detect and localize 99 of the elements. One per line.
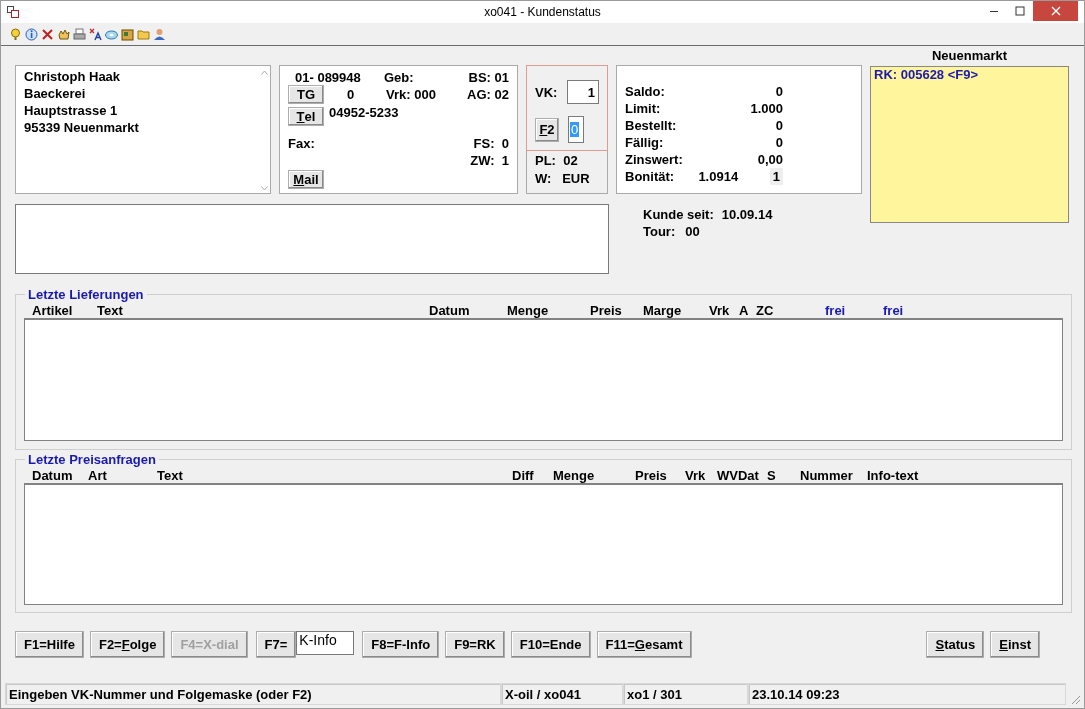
inquiries-list[interactable] [24, 483, 1063, 605]
bs-value: BS: 01 [468, 69, 509, 85]
phone-number: 04952-5233 [329, 105, 399, 120]
function-button[interactable]: F10=Ende [510, 631, 591, 658]
account-label: Saldo: [625, 83, 666, 100]
address-line: Hauptstrasse 1 [24, 102, 119, 119]
column-header: Diff [512, 467, 535, 483]
column-header: S [767, 467, 777, 483]
address-box[interactable]: Christoph Haak Baeckerei Hauptstrasse 1 95339 Neuenmarkt [15, 65, 271, 194]
column-header: Text [97, 302, 124, 318]
account-label: Fällig: [625, 134, 665, 151]
pl-value: PL: 02 [535, 152, 579, 170]
column-header: Art [88, 467, 108, 483]
rating-label: Bonität: [625, 168, 676, 185]
column-header: Vrk [685, 467, 707, 483]
vrk-value: Vrk: 000 [386, 87, 436, 102]
vk-input[interactable]: 1 [567, 80, 599, 104]
folder-icon[interactable] [137, 27, 150, 41]
tour-value: 00 [685, 223, 700, 240]
column-header: Nummer [800, 467, 854, 483]
tel-button[interactable]: Tel [288, 107, 324, 126]
app-icon [7, 6, 19, 18]
scroll-down-icon[interactable] [260, 186, 268, 191]
address-line: Christoph Haak [24, 68, 122, 85]
since-label: Kunde seit: [643, 206, 714, 223]
column-header: Marge [643, 302, 683, 318]
function-button[interactable]: F11=Gesamt [596, 631, 692, 658]
scroll-up-icon[interactable] [260, 70, 268, 75]
function-button[interactable]: F2=Folge [89, 631, 166, 658]
column-header: Artikel [32, 302, 74, 318]
column-header: Datum [32, 467, 74, 483]
function-button[interactable]: F8=F-Info [362, 631, 440, 658]
column-header: Preis [590, 302, 623, 318]
rating-badge: 1 [769, 168, 783, 185]
vk-label: VK: [535, 84, 559, 100]
window-title: xo041 - Kundenstatus [484, 5, 601, 19]
account-value: 1.000 [749, 100, 783, 117]
account-label: Bestellt: [625, 117, 678, 134]
tg-button[interactable]: TG [288, 85, 324, 104]
column-header: frei [883, 302, 905, 318]
location-label: Neuenmarkt [930, 49, 1009, 63]
close-icon [1050, 6, 1061, 16]
group-title: Letzte Preisanfragen [27, 452, 157, 467]
side-button[interactable]: Einst [990, 631, 1040, 658]
resize-grip-icon[interactable] [1069, 693, 1081, 705]
column-header: ZC [756, 302, 775, 318]
address-line: 95339 Neuenmarkt [24, 119, 140, 136]
address-line: Baeckerei [24, 85, 87, 102]
letters-icon[interactable] [89, 27, 102, 41]
f2-button[interactable]: F2 [535, 117, 559, 142]
printer-icon[interactable] [73, 27, 86, 41]
column-header: Datum [429, 302, 471, 318]
group-title: Letzte Lieferungen [27, 287, 145, 302]
fs-value: FS: 0 [473, 136, 509, 151]
column-header: WVDat [717, 467, 760, 483]
tour-label: Tour: [643, 223, 676, 240]
fax-label: Fax: [288, 136, 315, 151]
column-header: frei [825, 302, 847, 318]
account-value: 0 [774, 83, 783, 100]
account-label: Limit: [625, 100, 662, 117]
status-segment: xo1 / 301 [623, 683, 748, 705]
column-header: Menge [553, 467, 596, 483]
status-segment: 23.10.14 09:23 [748, 683, 1066, 705]
mail-button[interactable]: Mail [288, 170, 324, 189]
column-header: A [739, 302, 750, 318]
account-value: 0,00 [756, 151, 783, 168]
function-button[interactable]: F9=RK [445, 631, 505, 658]
cross-icon[interactable] [41, 27, 54, 41]
ag-value: AG: 02 [467, 87, 509, 102]
info-icon[interactable] [25, 27, 38, 41]
customer-number: 01- 089948 [295, 69, 362, 85]
column-header: Menge [507, 302, 550, 318]
zw-value: ZW: 1 [470, 152, 509, 168]
side-button[interactable]: Status [926, 631, 985, 658]
function-button[interactable]: F7= [255, 631, 297, 658]
column-header: Preis [635, 467, 668, 483]
tg-value: 0 [347, 87, 356, 102]
close-button[interactable] [1033, 1, 1078, 21]
disc-icon[interactable] [105, 27, 118, 41]
book-icon[interactable] [121, 27, 134, 41]
deliveries-list[interactable] [24, 318, 1063, 441]
column-header: Info-text [867, 467, 920, 483]
since-value: 10.09.14 [721, 206, 773, 223]
currency-value: W: EUR [535, 170, 591, 188]
info-field[interactable]: K-Info [296, 631, 355, 655]
status-segment: X-oil / xo041 [501, 683, 623, 705]
note-box: RK: 005628 <F9> [870, 66, 1069, 223]
account-value: 0 [774, 134, 783, 151]
function-button[interactable]: F1=Hilfe [15, 631, 84, 658]
notes-field[interactable] [15, 204, 609, 274]
person-icon[interactable] [153, 27, 166, 41]
account-label: Zinswert: [625, 151, 684, 168]
column-header: Vrk [709, 302, 731, 318]
account-value: 0 [774, 117, 783, 134]
rating-value: 1.0914 [698, 168, 740, 185]
column-header: Text [157, 467, 184, 483]
maximize-icon [1015, 6, 1025, 16]
status-segment: Eingeben VK-Nummer und Folgemaske (oder F2) [5, 683, 501, 705]
birthday-label: Geb: [384, 69, 414, 85]
